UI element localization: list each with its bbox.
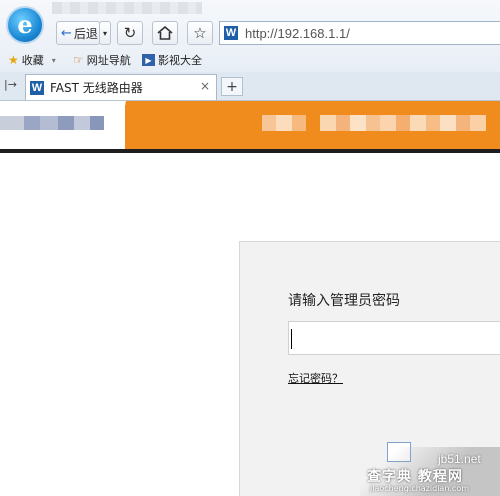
forgot-password-link[interactable]: 忘记密码？	[288, 370, 343, 386]
back-label: 后退	[73, 26, 98, 41]
tab-scroll-icon[interactable]: |→	[4, 78, 17, 91]
screen: e ← 后退 ▾ ↻ ☆ W http://192.168.1.1/ ★ 收藏	[0, 0, 500, 496]
new-tab-button[interactable]: +	[221, 77, 243, 96]
star-folder-icon: ★	[8, 53, 19, 67]
address-url[interactable]: http://192.168.1.1/	[245, 26, 350, 41]
router-banner	[0, 101, 500, 151]
video-icon: ▶	[142, 54, 155, 66]
nav-hand-icon: ☞	[73, 53, 84, 67]
favorites-label: 收藏	[21, 54, 44, 67]
watermark-sub: jiaocheng.chazidian.com	[370, 484, 470, 493]
admin-password-input[interactable]	[288, 321, 500, 355]
pixelated-logo	[0, 116, 24, 130]
browser-toolbar: e ← 后退 ▾ ↻ ☆ W http://192.168.1.1/ ★ 收藏	[0, 0, 500, 72]
pixelated-logo	[74, 116, 90, 130]
ie-logo-icon: e	[6, 6, 44, 44]
back-button[interactable]: ← 后退	[56, 21, 100, 45]
pixelated-text	[470, 115, 486, 131]
pixelated-text	[410, 115, 426, 131]
banner-divider	[0, 149, 500, 153]
tab-favicon-icon: W	[30, 80, 44, 95]
favorite-link-label: 网址导航	[86, 54, 131, 67]
banner-slant	[95, 101, 155, 151]
pixelated-logo	[58, 116, 74, 130]
window-title-blurred	[52, 2, 202, 14]
pixelated-text	[426, 115, 440, 131]
pixelated-text	[276, 115, 292, 131]
home-icon	[157, 26, 173, 40]
favorites-bar: ★ 收藏 ▾ ☞ 网址导航 ▶ 影视大全	[0, 50, 500, 70]
home-button[interactable]	[152, 21, 178, 45]
favorite-link-label: 影视大全	[158, 54, 202, 67]
text-cursor	[291, 329, 292, 349]
pixelated-text	[336, 115, 350, 131]
pixelated-text	[350, 115, 366, 131]
tab-bar: |→ W FAST 无线路由器 × +	[0, 72, 500, 101]
tab-title: FAST 无线路由器	[50, 81, 143, 95]
close-tab-icon[interactable]: ×	[200, 79, 210, 93]
password-prompt: 请输入管理员密码	[288, 293, 400, 309]
pixelated-text	[366, 115, 380, 131]
chevron-down-icon: ▾	[51, 55, 56, 65]
site-favicon-icon: W	[224, 26, 238, 40]
star-icon: ☆	[193, 24, 207, 42]
pixelated-text	[262, 115, 276, 131]
tab-fast-router[interactable]: W FAST 无线路由器 ×	[25, 74, 217, 100]
watermark-main: 查字典 教程网	[367, 469, 463, 485]
watermark-site: jb51.net	[438, 452, 481, 466]
pixelated-text	[456, 115, 470, 131]
favorite-button[interactable]: ☆	[187, 21, 213, 45]
refresh-icon: ↻	[123, 24, 137, 42]
pixelated-text	[320, 115, 336, 131]
pixelated-text	[292, 115, 306, 131]
back-history-dropdown[interactable]: ▾	[99, 21, 111, 45]
pixelated-text	[380, 115, 396, 131]
favorite-link-video[interactable]: ▶ 影视大全	[142, 52, 202, 68]
favorites-menu[interactable]: ★ 收藏 ▾	[8, 52, 56, 68]
pixelated-text	[440, 115, 456, 131]
favorite-link-nav[interactable]: ☞ 网址导航	[73, 52, 131, 68]
address-bar[interactable]: W http://192.168.1.1/	[219, 21, 500, 45]
pixelated-logo	[40, 116, 58, 130]
pixelated-logo	[90, 116, 104, 130]
pixelated-text	[396, 115, 410, 131]
back-arrow-icon: ←	[61, 25, 72, 41]
refresh-button[interactable]: ↻	[117, 21, 143, 45]
pixelated-logo	[24, 116, 40, 130]
